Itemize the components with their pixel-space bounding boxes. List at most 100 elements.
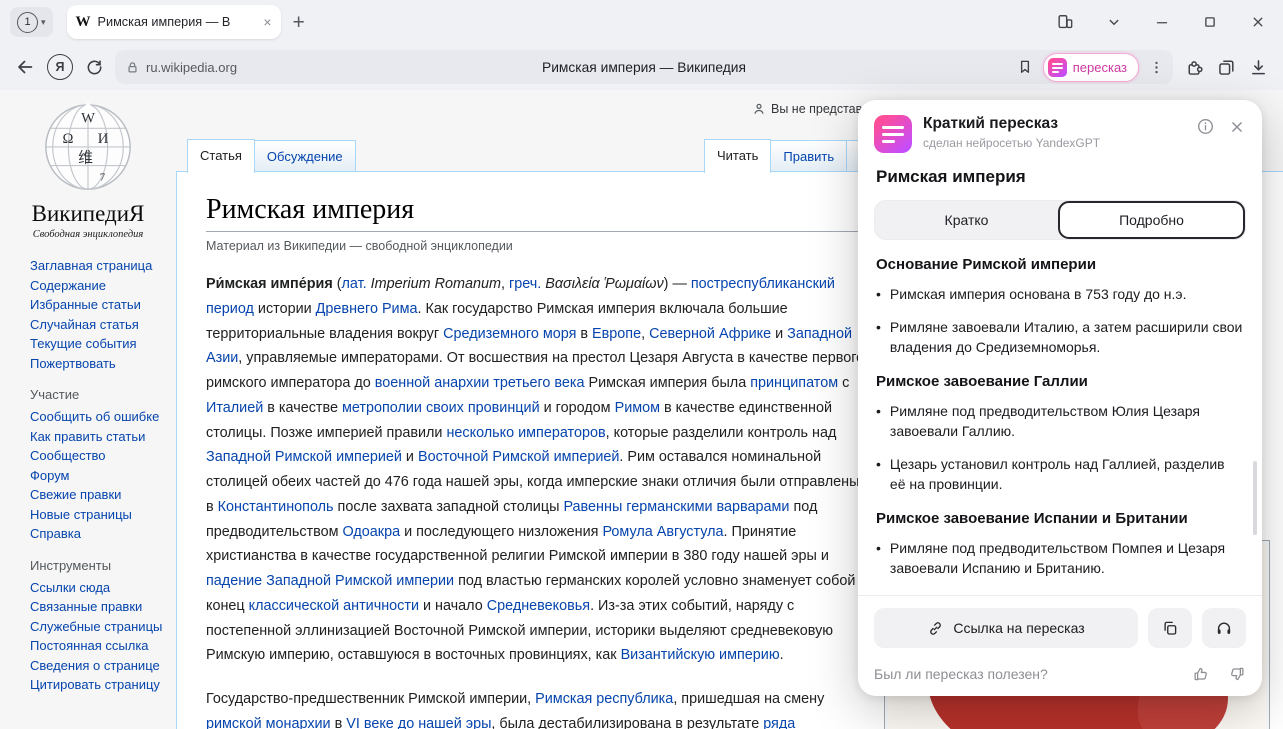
wiki-link[interactable]: римской монархии bbox=[206, 716, 331, 729]
summary-section-title: Основание Римской империи bbox=[876, 256, 1244, 273]
tab-detailed[interactable]: Подробно bbox=[1058, 201, 1245, 239]
sidebar-link[interactable]: Цитировать страницу bbox=[30, 675, 170, 695]
thumbs-up-icon[interactable] bbox=[1192, 665, 1210, 683]
wiki-link[interactable]: лат. bbox=[342, 276, 367, 292]
pereskaz-icon bbox=[1048, 58, 1067, 77]
sidebar-link[interactable]: Форум bbox=[30, 466, 170, 486]
yandex-home-icon[interactable]: Я bbox=[47, 54, 73, 80]
sidebar-link[interactable]: Сообщить об ошибке bbox=[30, 407, 170, 427]
summary-content[interactable]: Основание Римской империи •Римская импер… bbox=[858, 242, 1262, 595]
tab-article[interactable]: Статья bbox=[187, 139, 255, 173]
sidebar-link[interactable]: Новые страницы bbox=[30, 505, 170, 525]
text-run: и начало bbox=[419, 598, 487, 614]
tab-count: 1 bbox=[17, 12, 38, 33]
sidebar-link[interactable]: Сведения о странице bbox=[30, 656, 170, 676]
wiki-link[interactable]: Римская республика bbox=[535, 691, 673, 707]
wiki-link[interactable]: Северной Африке bbox=[649, 326, 771, 342]
wiki-link[interactable]: классической античности bbox=[249, 598, 419, 614]
sidebar-link[interactable]: Избранные статьи bbox=[30, 295, 170, 315]
menu-dots-icon[interactable] bbox=[1148, 59, 1165, 76]
wiki-link[interactable]: Римом bbox=[615, 400, 660, 416]
wiki-link[interactable]: несколько императоров bbox=[446, 425, 605, 441]
sidebar-link[interactable]: Свежие правки bbox=[30, 485, 170, 505]
thumbs-down-icon[interactable] bbox=[1228, 665, 1246, 683]
browser-window: 1 ▾ W Римская империя — В × + bbox=[0, 0, 1283, 729]
wiki-link[interactable]: Италией bbox=[206, 400, 263, 416]
tab-counter-button[interactable]: 1 ▾ bbox=[10, 7, 53, 37]
sidebar-link[interactable]: Сообщество bbox=[30, 446, 170, 466]
summary-link-button[interactable]: Ссылка на пересказ bbox=[874, 608, 1138, 648]
text-run: в качестве bbox=[263, 400, 342, 416]
tab-read[interactable]: Читать bbox=[704, 139, 771, 173]
wiki-link[interactable]: греч. bbox=[509, 276, 541, 292]
extensions-puzzle-icon[interactable] bbox=[1184, 57, 1205, 78]
summary-chip-button[interactable]: пересказ bbox=[1043, 53, 1139, 82]
new-tab-button[interactable]: + bbox=[293, 12, 305, 33]
sidebar-link[interactable]: Заглавная страница bbox=[30, 256, 170, 276]
sidebar-link[interactable]: Постоянная ссылка bbox=[30, 636, 170, 656]
sidebar-link[interactable]: Служебные страницы bbox=[30, 617, 170, 637]
panel-scrollbar[interactable] bbox=[1253, 461, 1257, 535]
wiki-link[interactable]: Равенны bbox=[563, 499, 622, 515]
sidebar-link[interactable]: Как править статьи bbox=[30, 427, 170, 447]
wikipedia-wordmark: ВикипедиЯ bbox=[0, 201, 176, 227]
tab-edit[interactable]: Править bbox=[771, 140, 847, 173]
article-paragraph: Государство-предшественник Римской импер… bbox=[206, 687, 869, 729]
text-run: в bbox=[576, 326, 592, 342]
info-icon[interactable] bbox=[1196, 117, 1215, 136]
maximize-icon[interactable] bbox=[1201, 13, 1219, 31]
back-icon[interactable] bbox=[14, 56, 36, 78]
listen-summary-button[interactable] bbox=[1202, 608, 1246, 648]
close-panel-icon[interactable] bbox=[1228, 118, 1246, 136]
wiki-link[interactable]: VI веке до нашей эры bbox=[346, 716, 491, 729]
wikipedia-globe-logo[interactable]: W Ω И 维 7 bbox=[39, 96, 137, 194]
downloads-icon[interactable] bbox=[1248, 57, 1269, 78]
wiki-link[interactable]: Средиземного моря bbox=[443, 326, 576, 342]
wiki-link[interactable]: метрополии своих провинций bbox=[342, 400, 540, 416]
sidebar-link[interactable]: Связанные правки bbox=[30, 597, 170, 617]
wiki-link[interactable]: Константинополь bbox=[218, 499, 334, 515]
tab-discussion[interactable]: Обсуждение bbox=[255, 140, 356, 173]
wiki-link[interactable]: Ромула Августула bbox=[602, 524, 723, 540]
sidebar-link[interactable]: Пожертвовать bbox=[30, 354, 170, 374]
summary-bullet: •Римская империя основана в 753 году до … bbox=[876, 284, 1244, 304]
tab-brief[interactable]: Кратко bbox=[875, 201, 1058, 239]
wiki-link[interactable]: германскими варварами bbox=[626, 499, 789, 515]
summary-bullet: •Римляне под предводительством Помпея и … bbox=[876, 538, 1244, 578]
sidebar-link[interactable]: Ссылки сюда bbox=[30, 578, 170, 598]
svg-text:W: W bbox=[81, 110, 95, 126]
browser-tab[interactable]: W Римская империя — В × bbox=[67, 5, 281, 39]
wiki-link[interactable]: падение Западной Римской империи bbox=[206, 573, 454, 589]
wiki-link[interactable]: Одоакра bbox=[343, 524, 401, 540]
wiki-link[interactable]: Средневековья bbox=[487, 598, 590, 614]
copy-summary-button[interactable] bbox=[1148, 608, 1192, 648]
sidebar-link[interactable]: Справка bbox=[30, 524, 170, 544]
sidebar-link[interactable]: Текущие события bbox=[30, 334, 170, 354]
pereskaz-logo-icon bbox=[874, 115, 912, 153]
chevron-down-icon[interactable] bbox=[1105, 13, 1123, 31]
sidebar-link[interactable]: Содержание bbox=[30, 276, 170, 296]
sidebar-link[interactable]: Случайная статья bbox=[30, 315, 170, 335]
wiki-link[interactable]: Восточной Римской империей bbox=[418, 449, 619, 465]
tab-close-icon[interactable]: × bbox=[263, 14, 271, 30]
text-run: , bbox=[641, 326, 649, 342]
sidebar-group-title: Инструменты bbox=[30, 558, 170, 573]
svg-text:И: И bbox=[98, 131, 109, 147]
summary-panel-header: Краткий пересказ сделан нейросетью Yande… bbox=[858, 100, 1262, 159]
wiki-link[interactable]: принципатом bbox=[750, 375, 838, 391]
text-run: ) — bbox=[664, 276, 691, 292]
wikipedia-sidebar: W Ω И 维 7 ВикипедиЯ Свободная энциклопед… bbox=[0, 90, 176, 729]
collections-icon[interactable] bbox=[1216, 57, 1237, 78]
refresh-icon[interactable] bbox=[84, 57, 104, 77]
wiki-link[interactable]: Европе bbox=[592, 326, 641, 342]
url-domain: ru.wikipedia.org bbox=[146, 60, 237, 75]
wiki-link[interactable]: Западной Римской империей bbox=[206, 449, 402, 465]
wiki-link[interactable]: Древнего Рима bbox=[316, 301, 418, 317]
minimize-icon[interactable] bbox=[1153, 13, 1171, 31]
wiki-link[interactable]: Византийскую империю bbox=[621, 647, 780, 663]
bookmark-icon[interactable] bbox=[1016, 58, 1034, 76]
wiki-link[interactable]: военной анархии третьего века bbox=[375, 375, 585, 391]
close-window-icon[interactable] bbox=[1249, 13, 1267, 31]
connected-devices-icon[interactable] bbox=[1055, 12, 1075, 32]
address-bar[interactable]: ru.wikipedia.org Римская империя — Викип… bbox=[115, 50, 1173, 84]
